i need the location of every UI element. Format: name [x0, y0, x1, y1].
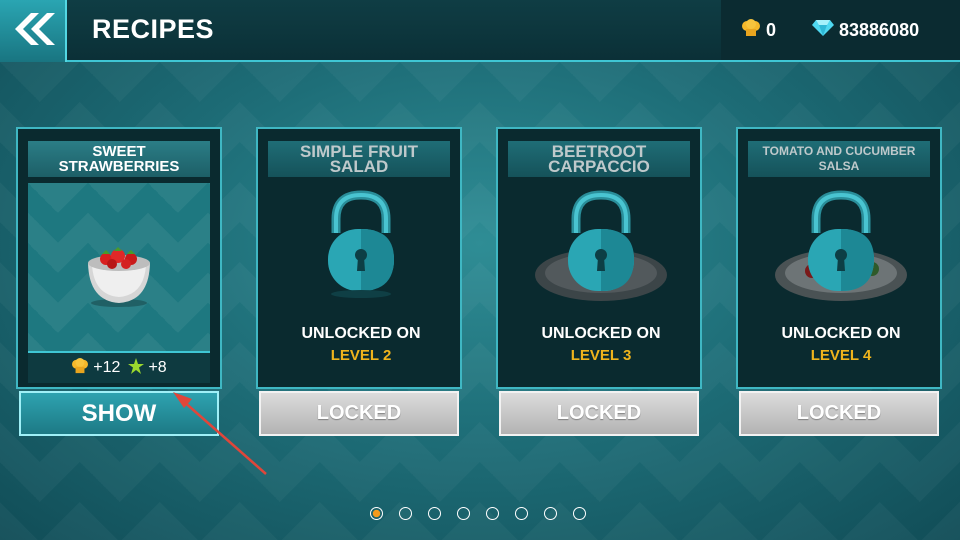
- reward-stars: +8: [148, 359, 167, 376]
- reward-row: +12 +8: [28, 351, 210, 383]
- top-bar: RECIPES 0 83886080: [0, 0, 960, 62]
- star-icon: [128, 357, 145, 379]
- card-title: SWEET STRAWBERRIES: [28, 141, 210, 177]
- gem-counter: 83886080: [812, 19, 919, 42]
- recipe-card-4[interactable]: TOMATO AND CUCUMBER SALSA UNLOCKED ON LE…: [736, 127, 942, 389]
- show-button[interactable]: SHOW: [19, 391, 219, 436]
- card-title: BEETROOT CARPACCIO: [508, 141, 690, 177]
- gem-count: 83886080: [839, 19, 920, 40]
- card-title: SIMPLE FRUIT SALAD: [268, 141, 450, 177]
- recipe-image: [28, 183, 210, 351]
- page-dot-7[interactable]: [544, 507, 557, 520]
- recipe-card-1[interactable]: SWEET STRAWBERRIES +12 +8: [16, 127, 222, 389]
- lock-area: [738, 187, 944, 307]
- chef-hat-icon: [741, 18, 766, 42]
- page-dot-4[interactable]: [457, 507, 470, 520]
- unlock-level: LEVEL 4: [810, 347, 872, 364]
- double-chevron-left-icon: [11, 11, 55, 52]
- recipe-card-3[interactable]: BEETROOT CARPACCIO UNLOCKED ON LEVEL 3: [496, 127, 702, 389]
- unlock-level: LEVEL 2: [330, 347, 392, 364]
- unlock-text: UNLOCKED ON: [781, 325, 901, 342]
- unlock-text: UNLOCKED ON: [541, 325, 661, 342]
- back-button[interactable]: [0, 0, 67, 62]
- page-dot-8[interactable]: [573, 507, 586, 520]
- reward-hats: +12: [93, 359, 121, 376]
- locked-button[interactable]: LOCKED: [499, 391, 699, 436]
- strawberry-bowl-icon: [88, 247, 150, 307]
- lock-area: [498, 187, 704, 307]
- chef-hat-count: 0: [766, 19, 777, 40]
- page-dot-1[interactable]: [370, 507, 383, 520]
- chef-hat-counter: 0: [741, 18, 777, 42]
- page-dot-3[interactable]: [428, 507, 441, 520]
- chef-hat-icon: [71, 357, 89, 379]
- padlock-icon: [775, 190, 907, 301]
- locked-button[interactable]: LOCKED: [259, 391, 459, 436]
- currency-panel: 0 83886080: [721, 0, 960, 60]
- locked-button[interactable]: LOCKED: [739, 391, 939, 436]
- page-dot-6[interactable]: [515, 507, 528, 520]
- recipe-card-2[interactable]: SIMPLE FRUIT SALAD UNLOCKED ON LEVEL 2: [256, 127, 462, 389]
- page-title: RECIPES: [92, 14, 215, 44]
- padlock-icon: [328, 190, 394, 298]
- page-dot-5[interactable]: [486, 507, 499, 520]
- padlock-icon: [535, 190, 667, 301]
- page-dot-2[interactable]: [399, 507, 412, 520]
- card-title: TOMATO AND CUCUMBER SALSA: [748, 141, 930, 177]
- pagination-dots: [370, 507, 602, 520]
- diamond-icon: [812, 19, 839, 42]
- unlock-text: UNLOCKED ON: [301, 325, 421, 342]
- unlock-level: LEVEL 3: [570, 347, 632, 364]
- lock-area: [258, 187, 464, 307]
